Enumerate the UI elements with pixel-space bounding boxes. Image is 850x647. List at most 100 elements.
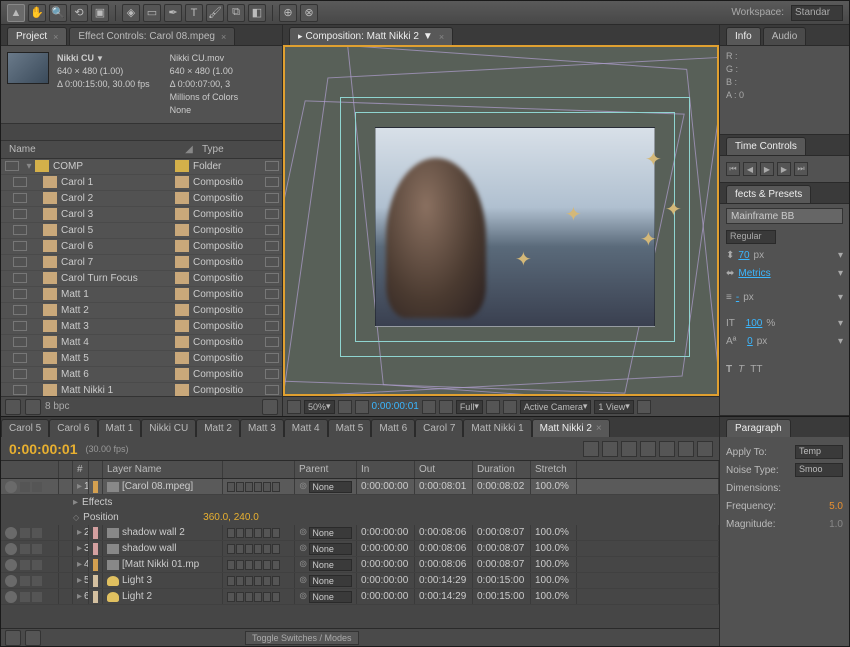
layer-out[interactable]: 0:00:08:06 xyxy=(415,541,473,556)
zoom-dropdown[interactable]: 50% ▾ xyxy=(304,400,335,414)
project-list[interactable]: ▾COMPFolderCarol 1CompositioCarol 2Compo… xyxy=(1,159,282,396)
layer-out[interactable]: 0:00:08:01 xyxy=(415,479,473,494)
channel-button[interactable] xyxy=(439,400,453,414)
audio-toggle[interactable] xyxy=(20,528,30,538)
timeline-tab[interactable]: Matt Nikki 1 xyxy=(463,419,531,437)
row-checkbox-2[interactable] xyxy=(265,193,279,203)
row-checkbox[interactable] xyxy=(13,305,27,315)
local-axis-tool[interactable]: ⊕ xyxy=(279,4,297,22)
camera-tool[interactable]: ▣ xyxy=(91,4,109,22)
motion-blur-button[interactable] xyxy=(659,441,675,457)
dropdown-arrow-icon[interactable]: ▼ xyxy=(96,54,104,63)
visibility-toggle[interactable] xyxy=(5,481,17,493)
visibility-toggle[interactable] xyxy=(5,527,17,539)
parent-dropdown[interactable]: None xyxy=(309,559,352,571)
project-row[interactable]: Carol 7Compositio xyxy=(1,255,282,271)
layer-row[interactable]: ▸1[Carol 08.mpeg]⊚None0:00:00:000:00:08:… xyxy=(1,479,719,495)
rotate-tool[interactable]: ⟲ xyxy=(70,4,88,22)
label-swatch[interactable] xyxy=(93,543,98,555)
audio-toggle[interactable] xyxy=(20,544,30,554)
audio-toggle[interactable] xyxy=(20,482,30,492)
row-checkbox[interactable] xyxy=(5,161,19,171)
baseline-value[interactable]: 0 xyxy=(747,336,753,347)
comp-flowchart-button[interactable] xyxy=(583,441,599,457)
visibility-toggle[interactable] xyxy=(5,543,17,555)
audio-toggle[interactable] xyxy=(20,576,30,586)
timeline-tab[interactable]: Matt 4 xyxy=(284,419,328,437)
grid-button[interactable] xyxy=(338,400,352,414)
effects-group[interactable]: ▸Effects xyxy=(1,495,719,510)
bold-button[interactable]: T xyxy=(726,364,732,375)
timeline-tab[interactable]: Matt 5 xyxy=(328,419,372,437)
row-checkbox-2[interactable] xyxy=(265,385,279,395)
magnitude-value[interactable]: 1.0 xyxy=(829,519,843,530)
row-checkbox[interactable] xyxy=(13,273,27,283)
snapshot-button[interactable] xyxy=(422,400,436,414)
eraser-tool[interactable]: ◧ xyxy=(248,4,266,22)
current-timecode[interactable]: 0:00:00:01 xyxy=(1,441,86,457)
clone-tool[interactable]: ⧉ xyxy=(227,4,245,22)
mask-toggle-button[interactable] xyxy=(355,400,369,414)
layer-out[interactable]: 0:00:08:06 xyxy=(415,525,473,540)
timeline-tab[interactable]: Nikki CU xyxy=(141,419,196,437)
layer-stretch[interactable]: 100.0% xyxy=(531,573,577,588)
timeline-tab[interactable]: Matt Nikki 2 × xyxy=(532,419,610,437)
mask-tool[interactable]: ▭ xyxy=(143,4,161,22)
layer-duration[interactable]: 0:00:08:07 xyxy=(473,557,531,572)
time-controls-tab[interactable]: Time Controls xyxy=(726,137,806,155)
solo-toggle[interactable] xyxy=(32,592,42,602)
parent-dropdown[interactable]: None xyxy=(309,527,352,539)
shy-button[interactable] xyxy=(621,441,637,457)
twirl-icon[interactable]: ▾ xyxy=(23,161,35,172)
close-icon[interactable]: × xyxy=(439,32,444,42)
row-checkbox[interactable] xyxy=(13,241,27,251)
scale-value[interactable]: 100 xyxy=(746,318,763,329)
project-row[interactable]: Carol 5Compositio xyxy=(1,223,282,239)
row-checkbox-2[interactable] xyxy=(265,257,279,267)
brush-tool[interactable]: 🖌 xyxy=(206,4,224,22)
first-frame-button[interactable]: ⏮ xyxy=(726,162,740,176)
light-gizmo-icon[interactable]: ✦ xyxy=(640,227,660,247)
row-checkbox[interactable] xyxy=(13,209,27,219)
tl-toggle-button[interactable] xyxy=(5,630,21,646)
transparency-grid-button[interactable] xyxy=(503,400,517,414)
layer-out[interactable]: 0:00:14:29 xyxy=(415,589,473,604)
position-property[interactable]: ◇Position360.0, 240.0 xyxy=(1,510,719,525)
pan-behind-tool[interactable]: ◈ xyxy=(122,4,140,22)
project-tab[interactable]: Project× xyxy=(7,27,67,45)
current-time[interactable]: 0:00:00:01 xyxy=(372,401,419,412)
layer-out[interactable]: 0:00:14:29 xyxy=(415,573,473,588)
effects-search-input[interactable] xyxy=(726,208,843,224)
row-checkbox-2[interactable] xyxy=(265,177,279,187)
row-checkbox-2[interactable] xyxy=(265,321,279,331)
layer-in[interactable]: 0:00:00:00 xyxy=(357,541,415,556)
sort-icon[interactable]: ◢ xyxy=(180,144,198,155)
paragraph-tab[interactable]: Paragraph xyxy=(726,419,791,437)
row-checkbox-2[interactable] xyxy=(265,369,279,379)
layer-duration[interactable]: 0:00:08:07 xyxy=(473,541,531,556)
caps-button[interactable]: TT xyxy=(750,364,762,375)
label-swatch[interactable] xyxy=(93,591,98,603)
visibility-toggle[interactable] xyxy=(5,559,17,571)
italic-button[interactable]: T xyxy=(738,364,744,375)
row-checkbox-2[interactable] xyxy=(265,289,279,299)
prev-frame-button[interactable]: ◀ xyxy=(743,162,757,176)
row-checkbox[interactable] xyxy=(13,193,27,203)
spacing-value[interactable]: - xyxy=(736,292,739,303)
layer-in[interactable]: 0:00:00:00 xyxy=(357,573,415,588)
light-gizmo-icon[interactable]: ✦ xyxy=(565,202,585,222)
row-checkbox-2[interactable] xyxy=(265,225,279,235)
play-button[interactable]: ▶ xyxy=(760,162,774,176)
noise-type-dropdown[interactable]: Smoo xyxy=(795,463,843,477)
layer-duration[interactable]: 0:00:15:00 xyxy=(473,589,531,604)
project-row[interactable]: ▾COMPFolder xyxy=(1,159,282,175)
col-name[interactable]: Name xyxy=(1,144,180,155)
solo-toggle[interactable] xyxy=(32,560,42,570)
layer-in[interactable]: 0:00:00:00 xyxy=(357,557,415,572)
layer-in[interactable]: 0:00:00:00 xyxy=(357,589,415,604)
row-checkbox-2[interactable] xyxy=(265,161,279,171)
project-row[interactable]: Matt 6Compositio xyxy=(1,367,282,383)
project-row[interactable]: Carol Turn FocusCompositio xyxy=(1,271,282,287)
row-checkbox-2[interactable] xyxy=(265,209,279,219)
last-frame-button[interactable]: ⏭ xyxy=(794,162,808,176)
